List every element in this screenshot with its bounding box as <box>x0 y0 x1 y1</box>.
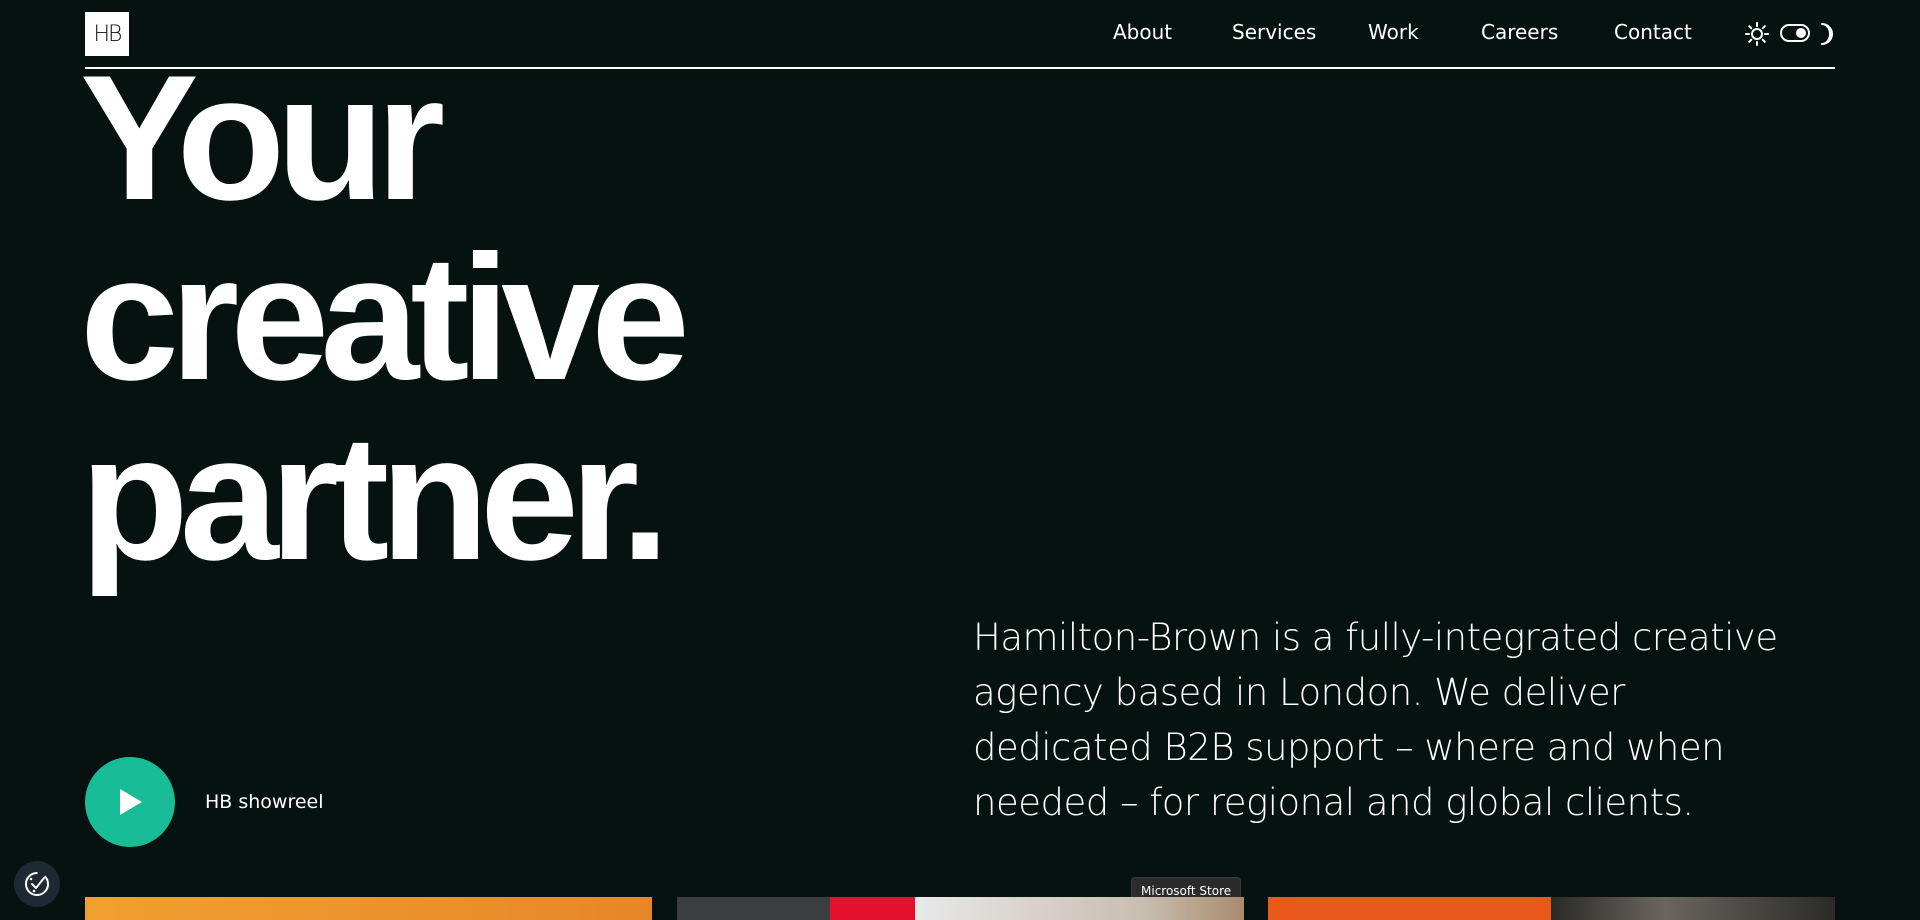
headline-line-1: Your <box>80 38 445 237</box>
work-card-3-image-photo <box>1551 897 1835 920</box>
work-card-1[interactable] <box>85 897 652 920</box>
cookie-icon <box>25 872 49 896</box>
headline-line-3: partner. <box>80 398 670 597</box>
cookie-consent-button[interactable] <box>14 861 60 907</box>
theme-toggle[interactable] <box>1745 22 1837 46</box>
nav-work[interactable]: Work <box>1368 20 1419 44</box>
moon-icon <box>1821 23 1833 45</box>
work-card-2[interactable] <box>677 897 1244 920</box>
nav-careers[interactable]: Careers <box>1481 20 1558 44</box>
work-card-3-image-orange <box>1268 897 1551 920</box>
sun-icon <box>1745 22 1769 46</box>
nav-about[interactable]: About <box>1113 20 1172 44</box>
showreel-label: HB showreel <box>205 791 324 813</box>
play-icon <box>120 789 142 815</box>
headline-line-2: creative <box>80 218 690 417</box>
nav-contact[interactable]: Contact <box>1614 20 1692 44</box>
work-card-2-image-red <box>830 897 915 920</box>
theme-switch[interactable] <box>1780 24 1810 42</box>
work-card-2-image-photo <box>915 897 1244 920</box>
showreel-link[interactable]: HB showreel <box>85 757 324 847</box>
switch-knob <box>1796 28 1806 38</box>
nav-services[interactable]: Services <box>1232 20 1316 44</box>
hero-intro: Hamilton-Brown is a fully-integrated cre… <box>973 616 1778 824</box>
play-button[interactable] <box>85 757 175 847</box>
work-card-3[interactable] <box>1268 897 1835 920</box>
hero-headline: Your creative partner. <box>80 38 690 597</box>
